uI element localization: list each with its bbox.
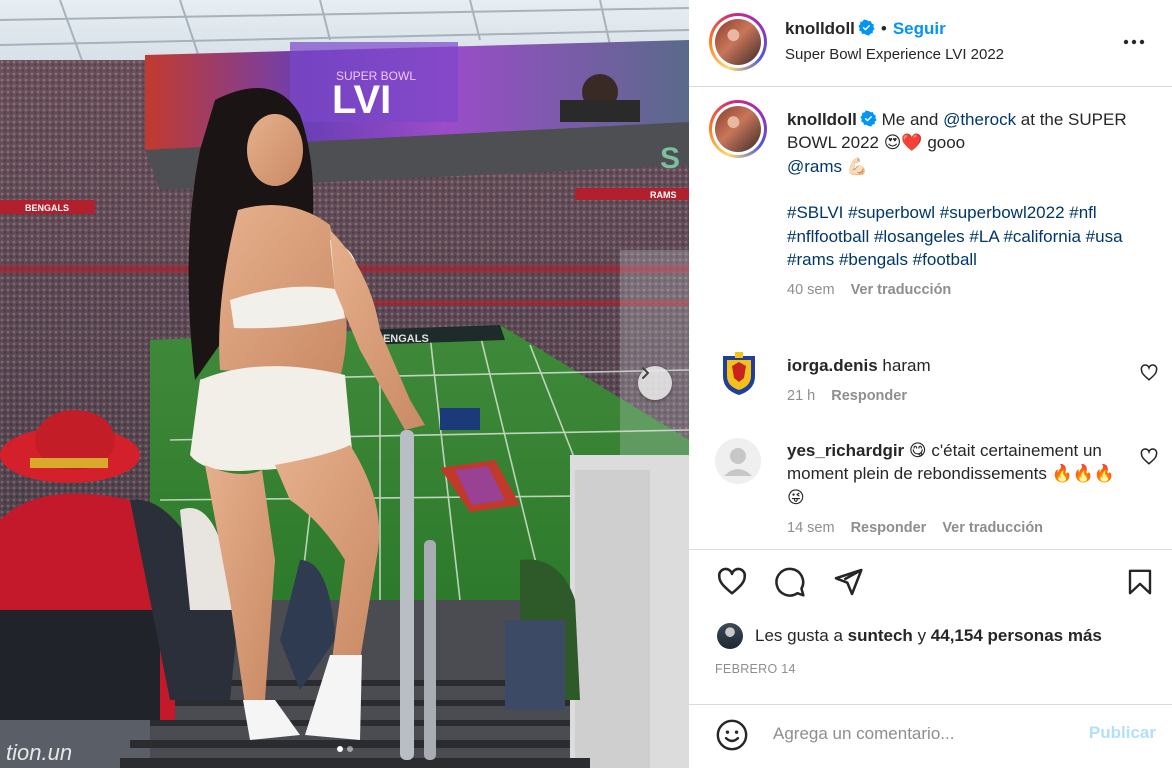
save-bookmark-icon[interactable] (1125, 566, 1155, 598)
post-photo: SUPER BOWL LVI S BENGALS RAMS BENGALS ti… (0, 0, 689, 768)
header-divider (689, 86, 1172, 87)
comment-age[interactable]: 21 h (787, 388, 815, 404)
comment-1: iorga.denis haram 21 h Responder (787, 354, 1132, 409)
mention-therock[interactable]: @therock (943, 110, 1016, 129)
carousel-dot (336, 746, 343, 752)
caption-emojis: 😍❤️ (883, 133, 923, 153)
comment-like-heart-icon[interactable] (1140, 448, 1158, 466)
likes-summary: Les gusta a suntech y 44,154 personas má… (717, 623, 1102, 649)
stadium-photo: SUPER BOWL LVI S BENGALS RAMS BENGALS ti… (0, 0, 689, 768)
mention-rams[interactable]: @rams (787, 157, 842, 176)
carousel-dots (336, 746, 353, 752)
default-user-icon (724, 448, 752, 476)
comment-username[interactable]: iorga.denis (787, 356, 878, 375)
post-caption: knolldoll Me and @therock at the SUPER B… (787, 108, 1137, 303)
post-date[interactable]: FEBRERO 14 (715, 662, 796, 676)
caption-text: Me and (881, 110, 944, 129)
commenter-avatar-crest-icon[interactable] (719, 352, 759, 396)
publish-button[interactable]: Publicar (1089, 723, 1156, 743)
likes-count[interactable]: 44,154 personas más (931, 626, 1102, 646)
share-paper-plane-icon[interactable] (832, 566, 864, 598)
comments-divider (689, 549, 1172, 550)
add-comment-bar: Publicar (689, 704, 1172, 768)
post-location[interactable]: Super Bowl Experience LVI 2022 (785, 46, 1004, 63)
author-avatar[interactable] (709, 13, 767, 71)
comment-age[interactable]: 14 sem (787, 520, 835, 536)
liker-avatar[interactable] (717, 623, 743, 649)
verified-badge-icon (860, 110, 877, 127)
liker-username[interactable]: suntech (848, 626, 913, 646)
add-comment-input[interactable] (773, 720, 1073, 748)
likes-prefix: Les gusta a (755, 626, 843, 645)
comment-reply-button[interactable]: Responder (831, 388, 907, 404)
caption-hashtags[interactable]: #SBLVI #superbowl #superbowl2022 #nfl #n… (787, 201, 1137, 271)
caption-meta: 40 sem Ver traducción (787, 279, 1137, 302)
comment-like-heart-icon[interactable] (1140, 364, 1158, 382)
caption-avatar[interactable] (709, 100, 767, 158)
chevron-right-icon (642, 367, 649, 379)
comment-bubble-icon[interactable] (774, 566, 806, 598)
post-header-line: knolldoll • Seguir (785, 19, 946, 39)
caption-age[interactable]: 40 sem (787, 282, 835, 298)
likes-middle: y (917, 626, 927, 645)
caption-username[interactable]: knolldoll (787, 110, 857, 129)
comment-username[interactable]: yes_richardgir (787, 441, 904, 460)
comment-meta: 21 h Responder (787, 385, 1132, 408)
comment-text: haram (882, 356, 931, 375)
verified-badge-icon (858, 19, 875, 36)
caption-emoji: 💪🏻 (842, 156, 868, 176)
header-separator: • (880, 19, 887, 38)
comment-reply-button[interactable]: Responder (851, 520, 927, 536)
comment-2: yes_richardgir 😋 c'était certainement un… (787, 439, 1132, 541)
comment-meta: 14 sem Responder Ver traducción (787, 517, 1132, 540)
stadium-sign: S (660, 142, 680, 175)
more-options-icon[interactable] (1122, 30, 1146, 54)
author-username[interactable]: knolldoll (785, 19, 855, 38)
next-photo-button[interactable] (638, 366, 672, 400)
post-actions-bar (689, 566, 1172, 600)
scoreboard-text-2: LVI (332, 78, 391, 122)
caption-text: gooo (922, 133, 966, 153)
carousel-dot (346, 746, 353, 752)
comment-translate-button[interactable]: Ver traducción (942, 520, 1043, 536)
like-heart-icon[interactable] (715, 566, 749, 598)
post-side-panel: knolldoll • Seguir Super Bowl Experience L… (689, 0, 1172, 768)
commenter-default-avatar[interactable] (715, 438, 761, 484)
banner-left: BENGALS (25, 203, 69, 213)
caption-translate-button[interactable]: Ver traducción (851, 282, 952, 298)
banner-right: RAMS (650, 190, 677, 200)
photo-watermark: tion.un (6, 740, 72, 765)
follow-button[interactable]: Seguir (893, 19, 946, 38)
emoji-smiley-icon[interactable] (715, 718, 749, 752)
